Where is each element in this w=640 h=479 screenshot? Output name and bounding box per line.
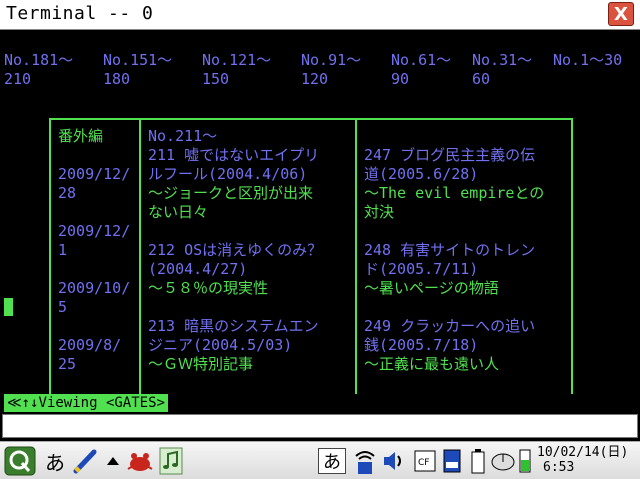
sidebar-date-2[interactable]: 2009/12/ <box>58 222 130 241</box>
nav-link-91-end[interactable]: 120 <box>301 70 328 89</box>
battery-icon <box>471 449 485 474</box>
power-level-icon <box>519 449 531 473</box>
crab-icon <box>127 453 153 471</box>
entry-249-title-cont[interactable]: 銭(2005.7/18) <box>364 336 478 355</box>
nav-link-91[interactable]: No.91〜 <box>301 51 361 70</box>
entry-211-desc-cont: ない日々 <box>148 203 209 221</box>
entry-212-title-cont[interactable]: (2004.4/27) <box>148 260 247 279</box>
sidebar-date-1-day[interactable]: 28 <box>58 184 76 203</box>
entry-249-title[interactable]: 249 クラッカーへの追い <box>364 317 535 336</box>
entry-213-title[interactable]: 213 暗黒のシステムエン <box>148 317 319 336</box>
nav-link-151[interactable]: No.151〜 <box>103 51 172 70</box>
entry-248-desc: 〜暑いページの物語 <box>364 279 499 297</box>
triangle-up-icon <box>107 457 119 465</box>
sidebar-header: 番外編 <box>58 127 104 145</box>
table-divider-2 <box>355 118 357 394</box>
entry-247-title-cont[interactable]: 道(2005.6/28) <box>364 165 478 184</box>
table-left-border <box>49 118 51 394</box>
sidebar-date-2-day[interactable]: 1 <box>58 241 67 260</box>
wifi-icon <box>355 451 375 474</box>
terminal-cursor <box>4 298 13 316</box>
start-menu-button[interactable] <box>3 446 37 476</box>
table-top-border <box>49 118 573 120</box>
nav-link-121-end[interactable]: 150 <box>202 70 229 89</box>
entry-247-desc-cont: 対決 <box>364 203 395 221</box>
nav-link-1[interactable]: No.1〜30 <box>553 51 622 70</box>
terminal-screen[interactable]: No.181〜 210 No.151〜 180 No.121〜 150 No.9… <box>0 30 640 412</box>
music-note-icon <box>159 447 183 475</box>
speaker-icon <box>384 452 401 470</box>
close-button[interactable]: X <box>608 2 634 26</box>
svg-text:CF: CF <box>418 458 429 468</box>
nav-link-181[interactable]: No.181〜 <box>4 51 73 70</box>
pen-icon <box>73 449 97 474</box>
cf-card-icon: CF <box>414 450 436 472</box>
music-app-button[interactable] <box>158 446 184 476</box>
pen-input-button[interactable] <box>70 446 100 476</box>
volume-control[interactable] <box>380 446 408 476</box>
clock-date: 10/02/14(日) <box>537 445 629 460</box>
entry-249-desc: 〜正義に最も遠い人 <box>364 355 500 373</box>
sidebar-date-4-day[interactable]: 25 <box>58 355 76 374</box>
sidebar-date-3[interactable]: 2009/10/ <box>58 279 130 298</box>
wireless-status[interactable] <box>352 446 378 476</box>
entry-248-title[interactable]: 248 有害サイトのトレン <box>364 241 535 260</box>
sidebar-date-1[interactable]: 2009/12/ <box>58 165 130 184</box>
window-title: Terminal -- 0 <box>6 3 154 24</box>
entry-247-title[interactable]: 247 ブログ民主主義の伝 <box>364 146 535 165</box>
col2-header[interactable]: No.211〜 <box>148 127 217 146</box>
entry-211-desc: 〜ジョークと区別が出来 <box>148 184 314 202</box>
q-logo-icon <box>4 446 36 476</box>
title-bar: Terminal -- 0 X <box>0 0 640 30</box>
entry-211-title[interactable]: 211 嘘ではないエイプリ <box>148 146 319 165</box>
table-divider-1 <box>139 118 141 394</box>
nav-link-31[interactable]: No.31〜 <box>472 51 532 70</box>
signal-status <box>518 446 532 476</box>
cf-card-status[interactable]: CF <box>412 446 438 476</box>
tray-expand-button[interactable] <box>104 446 122 476</box>
sidebar-date-3-day[interactable]: 5 <box>58 298 67 317</box>
entry-212-desc: 〜５８％の現実性 <box>148 279 269 297</box>
sd-card-icon <box>443 449 461 473</box>
command-input[interactable] <box>2 414 638 438</box>
nav-link-121[interactable]: No.121〜 <box>202 51 271 70</box>
battery-status[interactable] <box>468 446 488 476</box>
nav-link-61[interactable]: No.61〜 <box>391 51 451 70</box>
nav-link-181-end[interactable]: 210 <box>4 70 31 89</box>
nav-link-31-end[interactable]: 60 <box>472 70 490 89</box>
entry-213-desc: 〜ＧＷ特別記事 <box>148 355 254 373</box>
entry-213-title-cont[interactable]: ジニア(2004.5/03) <box>148 336 292 355</box>
sd-card-status[interactable] <box>440 446 464 476</box>
mouse-icon <box>491 453 515 471</box>
entry-248-title-cont[interactable]: ド(2005.7/11) <box>364 260 478 279</box>
ime-toggle[interactable]: あ <box>42 446 68 476</box>
entry-211-title-cont[interactable]: ルフール(2004.4/06) <box>148 165 307 184</box>
nav-link-151-end[interactable]: 180 <box>103 70 130 89</box>
taskbar: あ あ CF 10/02/14(日) 6:53 <box>0 441 640 479</box>
table-right-border <box>571 118 573 394</box>
entry-247-desc: 〜The evil empireとの <box>364 184 545 202</box>
nav-link-61-end[interactable]: 90 <box>391 70 409 89</box>
mouse-status[interactable] <box>490 446 516 476</box>
clock-time: 6:53 <box>543 460 575 475</box>
app-launcher-crab[interactable] <box>124 446 156 476</box>
clock[interactable]: 10/02/14(日) 6:53 <box>537 445 628 475</box>
sidebar-date-4[interactable]: 2009/8/ <box>58 336 121 355</box>
status-bar: ≪↑↓Viewing <GATES> <box>4 394 168 412</box>
entry-212-title[interactable]: 212 OSは消えゆくのみ？ <box>148 241 322 260</box>
input-mode-indicator[interactable]: あ <box>318 448 346 474</box>
